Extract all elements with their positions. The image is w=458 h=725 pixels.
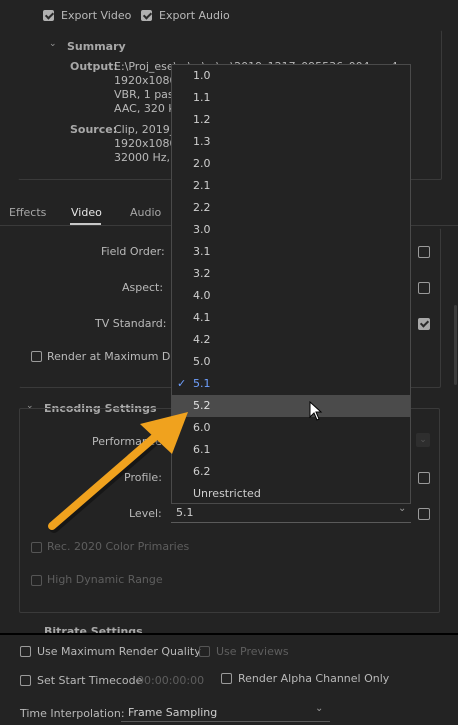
output-label: Output: xyxy=(70,60,118,73)
level-option[interactable]: 6.0 xyxy=(172,417,410,439)
level-option-label: 4.2 xyxy=(193,333,211,346)
use-previews-label: Use Previews xyxy=(216,645,289,658)
level-option-label: 1.2 xyxy=(193,113,211,126)
rec2020-label: Rec. 2020 Color Primaries xyxy=(47,540,190,553)
level-option-label: 1.3 xyxy=(193,135,211,148)
aspect-checkbox[interactable] xyxy=(418,282,430,294)
mouse-cursor-icon xyxy=(309,401,323,421)
level-option-label: Unrestricted xyxy=(193,487,261,500)
start-timecode-field[interactable]: 00:00:00:00 xyxy=(137,674,204,687)
render-max-depth-label: Render at Maximum Dep xyxy=(47,350,185,363)
export-video-checkbox[interactable] xyxy=(43,10,54,21)
level-option-hovered[interactable]: 5.2 xyxy=(172,395,410,417)
level-option[interactable]: 3.2 xyxy=(172,263,410,285)
level-option[interactable]: 4.0 xyxy=(172,285,410,307)
max-render-quality-label: Use Maximum Render Quality xyxy=(37,645,201,658)
render-max-depth-checkbox[interactable] xyxy=(31,351,42,362)
level-option-label: 4.1 xyxy=(193,311,211,324)
panel-scrollbar[interactable] xyxy=(454,305,457,385)
time-interpolation-label: Time Interpolation: xyxy=(20,707,125,720)
level-option[interactable]: 4.2 xyxy=(172,329,410,351)
level-option-label: 3.0 xyxy=(193,223,211,236)
level-option-selected[interactable]: ✓ 5.1 xyxy=(172,373,410,395)
level-option-label: 1.1 xyxy=(193,91,211,104)
level-select[interactable] xyxy=(171,504,411,523)
level-option[interactable]: 5.0 xyxy=(172,351,410,373)
rec2020-checkbox[interactable] xyxy=(31,542,42,553)
level-option[interactable]: 3.1 xyxy=(172,241,410,263)
profile-checkbox[interactable] xyxy=(418,472,430,484)
checkmark-icon: ✓ xyxy=(177,377,187,390)
source-label: Source: xyxy=(70,123,118,136)
export-video-label: Export Video xyxy=(61,9,132,22)
tab-effects[interactable]: Effects xyxy=(9,206,46,219)
level-option[interactable]: 1.2 xyxy=(172,109,410,131)
tv-standard-label: TV Standard: xyxy=(95,317,167,330)
level-option-label: 5.0 xyxy=(193,355,211,368)
level-option[interactable]: 2.0 xyxy=(172,153,410,175)
set-start-timecode-label: Set Start Timecode xyxy=(37,674,143,687)
level-option-label: 2.0 xyxy=(193,157,211,170)
level-option[interactable]: 2.1 xyxy=(172,175,410,197)
level-option-label: 2.2 xyxy=(193,201,211,214)
time-interpolation-chevron-icon: ⌄ xyxy=(315,703,324,714)
performance-dropdown-chevron-icon[interactable]: ⌄ xyxy=(416,433,430,447)
level-option[interactable]: 3.0 xyxy=(172,219,410,241)
level-option[interactable]: 1.3 xyxy=(172,131,410,153)
level-option-label: 4.0 xyxy=(193,289,211,302)
use-previews-checkbox[interactable] xyxy=(199,646,210,657)
level-option-label: 3.2 xyxy=(193,267,211,280)
tab-video[interactable]: Video xyxy=(71,206,102,219)
bottom-options-bar: Use Maximum Render Quality Use Previews … xyxy=(0,633,458,725)
time-interpolation-value: Frame Sampling xyxy=(128,706,218,719)
render-alpha-checkbox[interactable] xyxy=(221,673,232,684)
export-audio-checkbox[interactable] xyxy=(141,10,152,21)
tab-audio[interactable]: Audio xyxy=(130,206,161,219)
hdr-label: High Dynamic Range xyxy=(47,573,163,586)
summary-title: Summary xyxy=(67,40,126,53)
level-option-label: 5.1 xyxy=(193,377,211,390)
level-option[interactable]: 2.2 xyxy=(172,197,410,219)
tv-standard-checkbox[interactable] xyxy=(418,318,430,330)
level-option[interactable]: 6.2 xyxy=(172,461,410,483)
output-line-3: VBR, 1 pass xyxy=(114,88,180,101)
summary-chevron-icon[interactable]: ⌄ xyxy=(49,39,57,49)
field-order-label: Field Order: xyxy=(101,245,165,258)
level-option-label: 2.1 xyxy=(193,179,211,192)
set-start-timecode-checkbox[interactable] xyxy=(20,675,31,686)
annotation-arrow-icon xyxy=(48,412,188,533)
aspect-label: Aspect: xyxy=(122,281,164,294)
level-option[interactable]: 4.1 xyxy=(172,307,410,329)
level-option-label: 1.0 xyxy=(193,69,211,82)
render-alpha-label: Render Alpha Channel Only xyxy=(238,672,390,685)
hdr-checkbox[interactable] xyxy=(31,575,42,586)
tab-video-underline xyxy=(70,223,101,225)
level-option[interactable]: 1.1 xyxy=(172,87,410,109)
level-option-label: 3.1 xyxy=(193,245,211,258)
level-option[interactable]: Unrestricted xyxy=(172,483,410,505)
level-option[interactable]: 6.1 xyxy=(172,439,410,461)
level-option[interactable]: 1.0 xyxy=(172,65,410,87)
export-audio-label: Export Audio xyxy=(159,9,230,22)
level-checkbox[interactable] xyxy=(418,508,430,520)
max-render-quality-checkbox[interactable] xyxy=(20,646,31,657)
field-order-checkbox[interactable] xyxy=(418,246,430,258)
level-dropdown-list[interactable]: 1.0 1.1 1.2 1.3 2.0 2.1 2.2 3.0 3.1 3.2 … xyxy=(171,64,411,504)
